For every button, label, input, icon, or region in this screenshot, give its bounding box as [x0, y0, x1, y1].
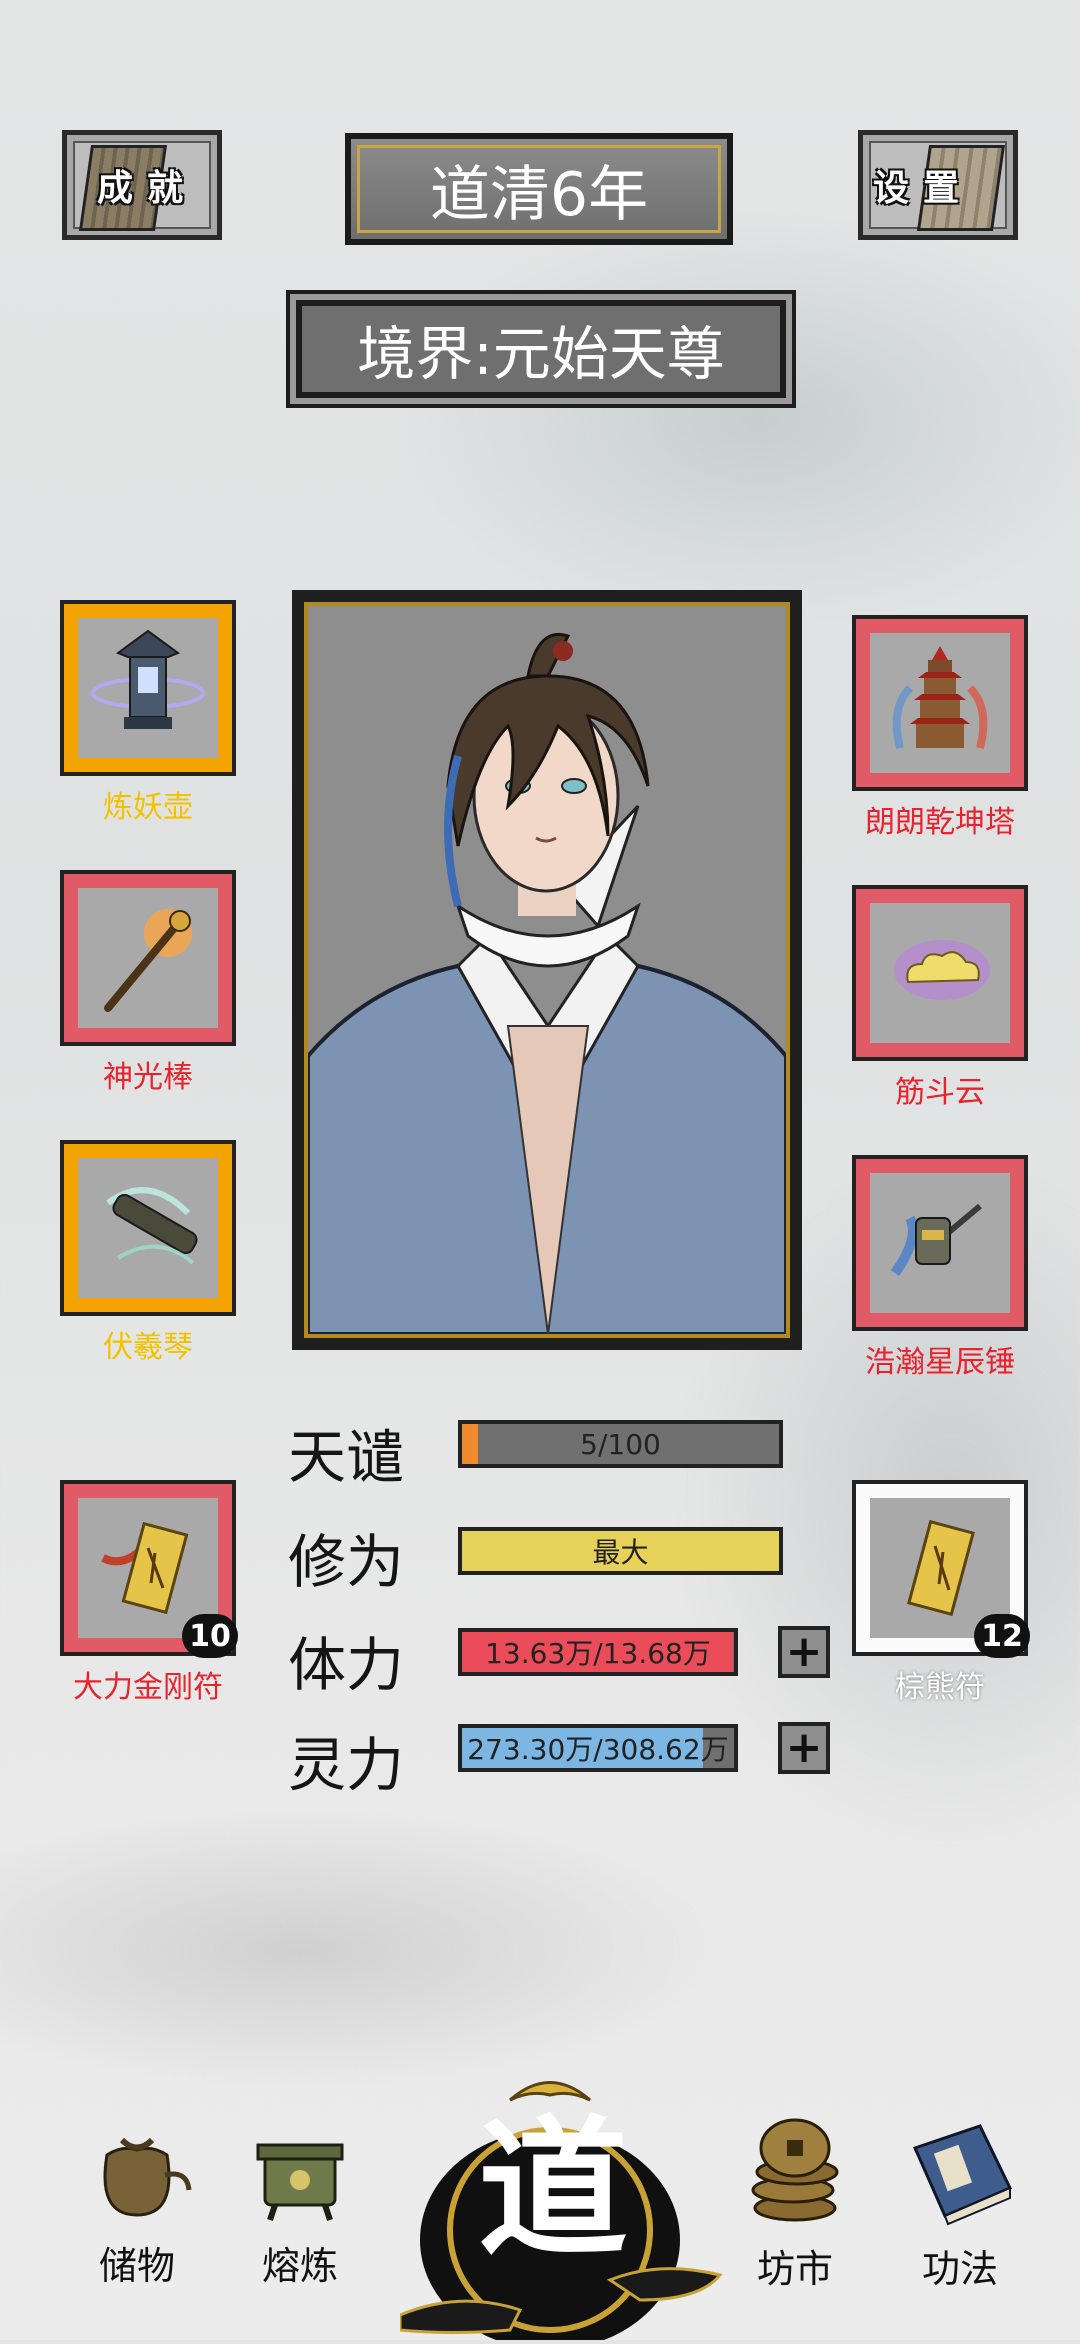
hammer-weapon-icon	[890, 1203, 982, 1276]
talisman-slot-left[interactable]: 10 大力金刚符	[60, 1480, 238, 1706]
equip-slot-right-2[interactable]: 筋斗云	[852, 885, 1028, 1111]
year-banner: 道清6年	[345, 133, 733, 245]
equip-slot-left-2[interactable]: 神光棒	[60, 870, 236, 1096]
talisman-label-left: 大力金刚符	[73, 1670, 223, 1705]
nav-market-label: 坊市	[756, 2247, 833, 2291]
realm-text: 境界:元始天尊	[357, 320, 725, 388]
character-avatar	[308, 606, 786, 1334]
character-portrait[interactable]	[292, 590, 802, 1350]
settings-button[interactable]: 设置	[858, 130, 1018, 240]
year-text: 道清6年	[429, 159, 649, 230]
talisman-count-right: 12	[974, 1614, 1030, 1658]
nav-storage-label: 储物	[98, 2244, 175, 2288]
pagoda-icon	[892, 646, 988, 749]
stat-label-tianqian: 天谴	[288, 1423, 405, 1491]
equip-label-left-3: 伏羲琴	[103, 1330, 193, 1365]
achievement-button[interactable]: 成就	[62, 130, 222, 240]
tianqian-value: 5/100	[580, 1427, 661, 1461]
equip-label-left-1: 炼妖壶	[103, 790, 193, 825]
lantern-icon	[91, 629, 205, 729]
staff-icon	[104, 909, 192, 1012]
lingli-bar: 273.30万/308.62万	[458, 1724, 738, 1772]
xiuwei-value: 最大	[592, 1536, 649, 1569]
nav-skills-label: 功法	[921, 2247, 998, 2291]
nav-smelt[interactable]: 熔炼	[225, 2115, 375, 2290]
zither-icon	[106, 1187, 198, 1265]
equip-label-right-3: 浩瀚星辰锤	[865, 1345, 1015, 1380]
book-icon	[912, 2124, 1013, 2226]
settings-label: 设置	[872, 168, 973, 209]
talisman-label-right: 棕熊符	[895, 1670, 985, 1705]
equip-label-right-1: 朗朗乾坤塔	[865, 805, 1015, 840]
lingli-value: 273.30万/308.62万	[467, 1733, 729, 1766]
stat-label-xiuwei: 修为	[288, 1528, 405, 1596]
stat-label-tili: 体力	[288, 1631, 405, 1699]
bag-icon	[103, 2137, 192, 2217]
lingli-plus-button[interactable]: +	[778, 1722, 830, 1774]
nav-dao-center[interactable]: 道	[398, 2060, 730, 2344]
equip-slot-right-1[interactable]: 朗朗乾坤塔	[852, 615, 1028, 841]
cloud-icon	[894, 940, 990, 1000]
nav-market[interactable]: 坊市	[720, 2118, 870, 2293]
tili-bar: 13.63万/13.68万	[458, 1628, 738, 1676]
nav-skills[interactable]: 功法	[885, 2118, 1035, 2293]
stat-label-lingli: 灵力	[288, 1731, 405, 1799]
tianqian-bar: 5/100	[458, 1420, 783, 1468]
tili-value: 13.63万/13.68万	[485, 1637, 711, 1670]
equip-label-right-2: 筋斗云	[895, 1075, 985, 1110]
talisman-icon	[907, 1519, 975, 1617]
talisman-count-left: 10	[182, 1614, 238, 1658]
cauldron-icon	[256, 2143, 344, 2221]
equip-label-left-2: 神光棒	[103, 1060, 193, 1095]
achievement-label: 成就	[96, 168, 197, 209]
equip-slot-left-1[interactable]: 炼妖壶	[60, 600, 236, 826]
equip-slot-left-3[interactable]: 伏羲琴	[60, 1140, 236, 1366]
coins-icon	[751, 2118, 839, 2222]
talisman-slot-right[interactable]: 12 棕熊符	[852, 1480, 1030, 1706]
dao-character: 道	[477, 2103, 628, 2277]
xiuwei-bar: 最大	[458, 1527, 783, 1575]
nav-storage[interactable]: 储物	[62, 2115, 212, 2290]
equip-slot-right-3[interactable]: 浩瀚星辰锤	[852, 1155, 1028, 1381]
realm-banner: 境界:元始天尊	[296, 300, 786, 398]
talisman-icon	[101, 1521, 189, 1615]
nav-smelt-label: 熔炼	[261, 2244, 338, 2288]
